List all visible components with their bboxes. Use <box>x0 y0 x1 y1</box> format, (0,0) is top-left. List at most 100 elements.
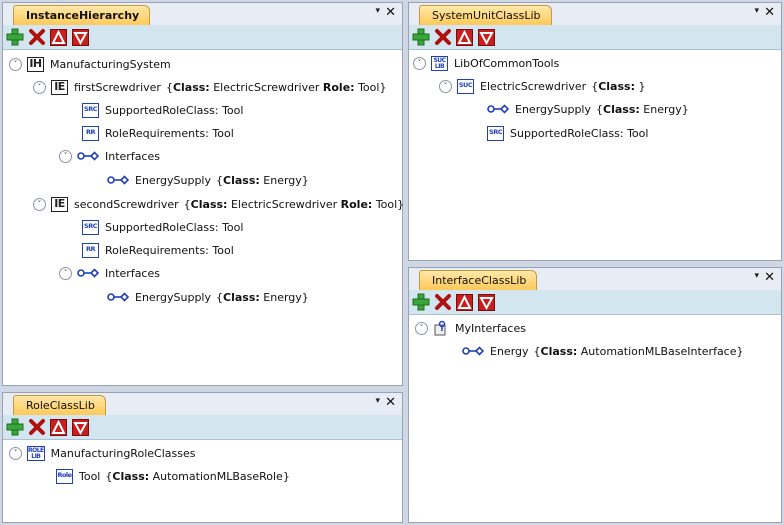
tree-node-supported-role-class[interactable]: SRC SupportedRoleClass: Tool <box>82 100 243 120</box>
tab-system-unit-class-lib[interactable]: SystemUnitClassLib <box>419 5 552 25</box>
node-label: ManufacturingSystem <box>50 57 171 71</box>
role-requirements-icon: RR <box>82 125 99 141</box>
interface-lib-icon <box>434 320 446 336</box>
add-button[interactable] <box>411 293 430 312</box>
tree-node-supported-role-class[interactable]: SRC SupportedRoleClass: Tool <box>82 217 243 237</box>
move-down-button[interactable] <box>477 293 496 312</box>
class-keyword: Class: <box>223 290 260 304</box>
tree-node-manufacturing-system[interactable]: ˅ IH ManufacturingSystem <box>9 54 171 74</box>
close-icon[interactable]: ✕ <box>385 5 396 20</box>
delete-button[interactable] <box>27 418 46 437</box>
collapse-icon[interactable]: ˅ <box>9 57 22 71</box>
tree-node-energy-supply[interactable]: EnergySupply {Class: Energy} <box>107 287 309 307</box>
delete-button[interactable] <box>433 293 452 312</box>
tree-node-tool[interactable]: Role Tool {Class: AutomationMLBaseRole} <box>56 466 290 486</box>
collapse-icon[interactable]: ˅ <box>59 149 72 163</box>
collapse-icon[interactable]: ˅ <box>439 79 452 93</box>
arrow-up-icon <box>51 419 66 434</box>
brace-open: { <box>591 79 599 93</box>
node-label: Interfaces <box>105 266 160 280</box>
brace-open: { <box>105 469 113 483</box>
class-keyword: Class: <box>603 102 640 116</box>
move-up-button[interactable] <box>455 28 474 47</box>
class-value: } <box>638 79 646 93</box>
class-value: Energy} <box>263 173 309 187</box>
pin-dropdown-icon[interactable]: ▾ <box>754 6 759 16</box>
tree-node-lib-of-common-tools[interactable]: ˅ SUC LIB LibOfCommonTools <box>413 53 559 73</box>
tree: ˅ IH ManufacturingSystem ˅ IE firstScrew… <box>3 50 404 385</box>
tree-node-second-screwdriver[interactable]: ˅ IE secondScrewdriver { Class: Electric… <box>33 194 404 214</box>
node-label: SupportedRoleClass: Tool <box>105 103 244 117</box>
tree: ˅ SUC LIB LibOfCommonTools ˅ SUC Electric… <box>409 50 781 260</box>
pin-dropdown-icon[interactable]: ▾ <box>375 396 380 406</box>
toolbar <box>3 415 402 440</box>
pin-dropdown-icon[interactable]: ▾ <box>375 6 380 16</box>
tree-node-interfaces[interactable]: ˅ Interfaces <box>59 146 160 166</box>
arrow-down-icon <box>73 31 88 45</box>
collapse-icon[interactable]: ˅ <box>9 446 22 460</box>
move-down-button[interactable] <box>477 28 496 47</box>
add-button[interactable] <box>411 28 430 47</box>
pin-dropdown-icon[interactable]: ▾ <box>754 271 759 281</box>
arrow-down-icon <box>73 421 88 435</box>
supported-role-class-icon: SRC <box>82 219 99 235</box>
move-down-button[interactable] <box>71 418 90 437</box>
interface-icon <box>77 268 99 278</box>
plus-icon <box>412 28 429 46</box>
node-label: Tool <box>79 469 101 483</box>
delete-button[interactable] <box>27 28 46 47</box>
interface-icon <box>107 292 129 302</box>
add-button[interactable] <box>5 418 24 437</box>
role-keyword: Role: <box>322 80 355 94</box>
add-button[interactable] <box>5 28 24 47</box>
collapse-icon[interactable]: ˅ <box>413 56 426 70</box>
close-icon[interactable]: ✕ <box>385 395 396 410</box>
collapse-icon[interactable]: ˅ <box>59 266 72 280</box>
move-down-button[interactable] <box>71 28 90 47</box>
supported-role-class-icon: SRC <box>487 125 504 141</box>
node-label: EnergySupply <box>135 290 211 304</box>
instance-hierarchy-panel: InstanceHierarchy ▾ ✕ ˅ IH Manufacturing… <box>2 2 404 386</box>
tree-node-supported-role-class[interactable]: SRC SupportedRoleClass: Tool <box>487 123 648 143</box>
tree-node-role-requirements[interactable]: RR RoleRequirements: Tool <box>82 240 234 260</box>
tree: ˅ ROLE LIB ManufacturingRoleClasses Role … <box>3 440 402 522</box>
collapse-icon[interactable]: ˅ <box>415 321 428 335</box>
close-icon[interactable]: ✕ <box>764 270 775 285</box>
delete-x-icon <box>434 29 451 45</box>
node-label: ElectricScrewdriver <box>480 79 587 93</box>
role-class-lib-panel: RoleClassLib ▾ ✕ ˅ ROLE LIB Manufacturing… <box>2 392 403 523</box>
tab-interface-class-lib[interactable]: InterfaceClassLib <box>419 270 538 290</box>
internal-element-icon: IE <box>51 196 68 212</box>
tab-instance-hierarchy[interactable]: InstanceHierarchy <box>13 5 151 25</box>
brace-open: { <box>533 344 541 358</box>
node-label: SupportedRoleClass: Tool <box>105 220 244 234</box>
tree-node-first-screwdriver[interactable]: ˅ IE firstScrewdriver { Class: ElectricS… <box>33 77 386 97</box>
collapse-icon[interactable]: ˅ <box>33 80 46 94</box>
close-icon[interactable]: ✕ <box>764 5 775 20</box>
delete-button[interactable] <box>433 28 452 47</box>
tree-node-electric-screwdriver[interactable]: ˅ SUC ElectricScrewdriver {Class: } <box>439 76 645 96</box>
node-label: EnergySupply <box>135 173 211 187</box>
class-value: ElectricScrewdriver <box>230 197 338 211</box>
collapse-icon[interactable]: ˅ <box>33 197 46 211</box>
tree-node-interfaces[interactable]: ˅ Interfaces <box>59 263 160 283</box>
move-up-button[interactable] <box>455 293 474 312</box>
arrow-up-icon <box>457 294 472 309</box>
class-value: Energy} <box>263 290 309 304</box>
role-keyword: Role: <box>340 197 373 211</box>
tab-role-class-lib[interactable]: RoleClassLib <box>13 395 106 415</box>
toolbar <box>409 290 781 315</box>
node-label: SupportedRoleClass: Tool <box>510 126 649 140</box>
move-up-button[interactable] <box>49 28 68 47</box>
node-label: MyInterfaces <box>455 321 526 335</box>
tree-node-energy-supply[interactable]: EnergySupply {Class: Energy} <box>107 170 309 190</box>
tree-node-role-requirements[interactable]: RR RoleRequirements: Tool <box>82 123 234 143</box>
tree-node-my-interfaces[interactable]: ˅ MyInterfaces <box>415 318 526 338</box>
move-up-button[interactable] <box>49 418 68 437</box>
class-keyword: Class: <box>223 173 260 187</box>
tree-node-energy[interactable]: Energy {Class: AutomationMLBaseInterface… <box>462 341 744 361</box>
role-class-icon: Role <box>56 468 73 484</box>
tree-node-energy-supply[interactable]: EnergySupply {Class: Energy} <box>487 99 689 119</box>
node-label: LibOfCommonTools <box>454 56 560 70</box>
tree-node-manufacturing-role-classes[interactable]: ˅ ROLE LIB ManufacturingRoleClasses <box>9 443 195 463</box>
